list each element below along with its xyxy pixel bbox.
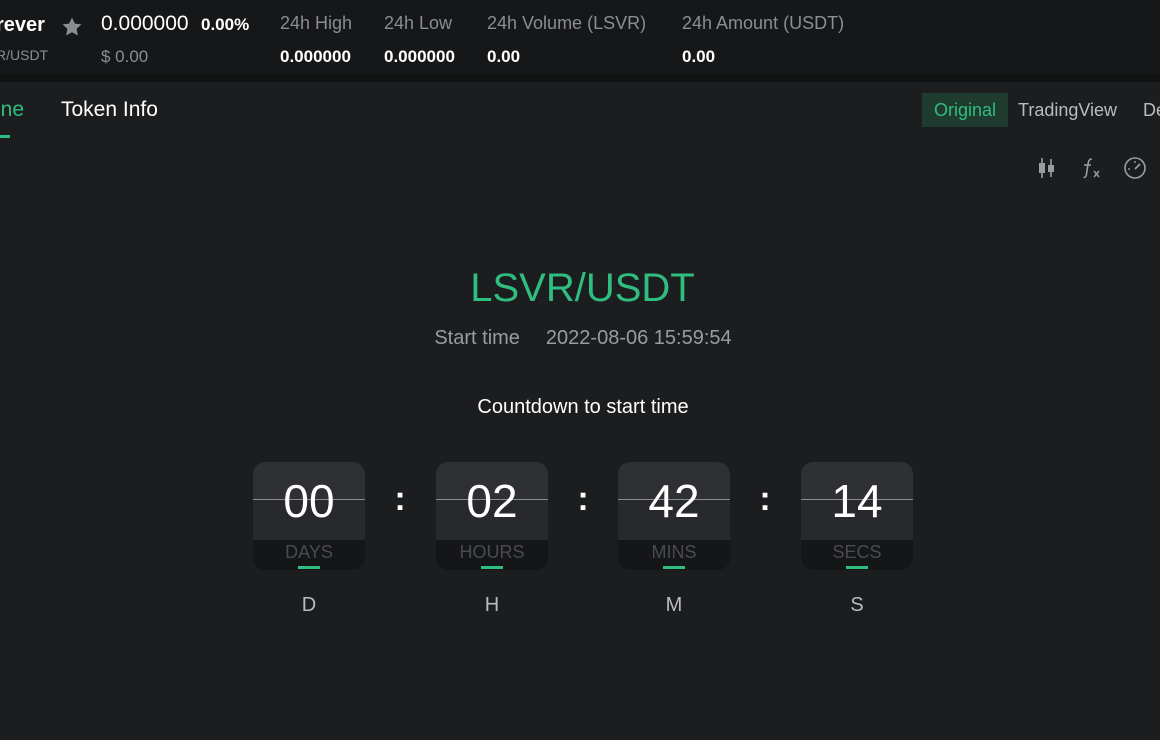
stat-amount-label: 24h Amount (USDT) (682, 13, 845, 33)
pair-name[interactable]: rever (0, 14, 45, 37)
last-price: 0.000000 (101, 12, 189, 35)
stat-volume-value: 0.00 (487, 47, 521, 66)
countdown-mins-card: 42 MINS (618, 462, 730, 570)
star-icon[interactable] (60, 15, 84, 39)
price-change: 0.00% (201, 15, 250, 34)
countdown-days-unit: DAYS (285, 542, 333, 562)
tab-token-info[interactable]: Token Info (61, 98, 158, 122)
stat-low-value: 0.000000 (384, 47, 455, 66)
tab-kline[interactable]: ine (0, 98, 24, 122)
countdown-separator: : (394, 480, 406, 518)
countdown-mins-letter: M (665, 594, 683, 616)
countdown-days-card: 00 DAYS (253, 462, 365, 570)
countdown-pair-title: LSVR/USDT (470, 266, 695, 310)
usd-price: $ 0.00 (101, 47, 149, 66)
countdown-secs-unit: SECS (832, 542, 882, 562)
stat-volume-label: 24h Volume (LSVR) (487, 13, 647, 33)
speedometer-icon[interactable] (1122, 155, 1148, 181)
start-time-label: Start time (434, 327, 520, 349)
function-icon[interactable] (1078, 155, 1104, 181)
stat-low-label: 24h Low (384, 13, 453, 33)
countdown-days-letter: D (301, 594, 317, 616)
countdown-separator: : (759, 480, 771, 518)
stat-high-label: 24h High (280, 13, 353, 33)
countdown-mins-unit: MINS (651, 542, 697, 562)
countdown-hours-unit: HOURS (459, 542, 525, 562)
stat-amount-value: 0.00 (682, 47, 716, 66)
start-time-value: 2022-08-06 15:59:54 (545, 327, 732, 349)
countdown-hours-value: 02 (466, 475, 518, 527)
countdown-hours-letter: H (484, 594, 500, 616)
countdown-hours-card: 02 HOURS (436, 462, 548, 570)
countdown-separator: : (577, 480, 589, 518)
stat-high-value: 0.000000 (280, 47, 351, 66)
view-depth-button[interactable]: De (1143, 93, 1160, 127)
countdown-secs-card: 14 SECS (801, 462, 913, 570)
countdown-days-value: 00 (283, 475, 335, 527)
tab-active-indicator (0, 135, 10, 138)
countdown-secs-value: 14 (831, 475, 883, 527)
countdown-caption: Countdown to start time (477, 396, 689, 418)
countdown-mins-value: 42 (648, 475, 700, 527)
view-tradingview-button[interactable]: TradingView (1018, 93, 1117, 127)
view-original-button[interactable]: Original (922, 93, 1008, 127)
header-divider (0, 76, 1160, 82)
pair-subtitle: R/USDT (0, 47, 49, 63)
countdown-secs-letter: S (850, 594, 864, 616)
start-time-row: Start time 2022-08-06 15:59:54 (0, 327, 1160, 350)
candlestick-icon[interactable] (1034, 155, 1060, 181)
ticker-header: rever R/USDT 0.000000 0.00% $ 0.00 24h H… (0, 0, 1160, 76)
